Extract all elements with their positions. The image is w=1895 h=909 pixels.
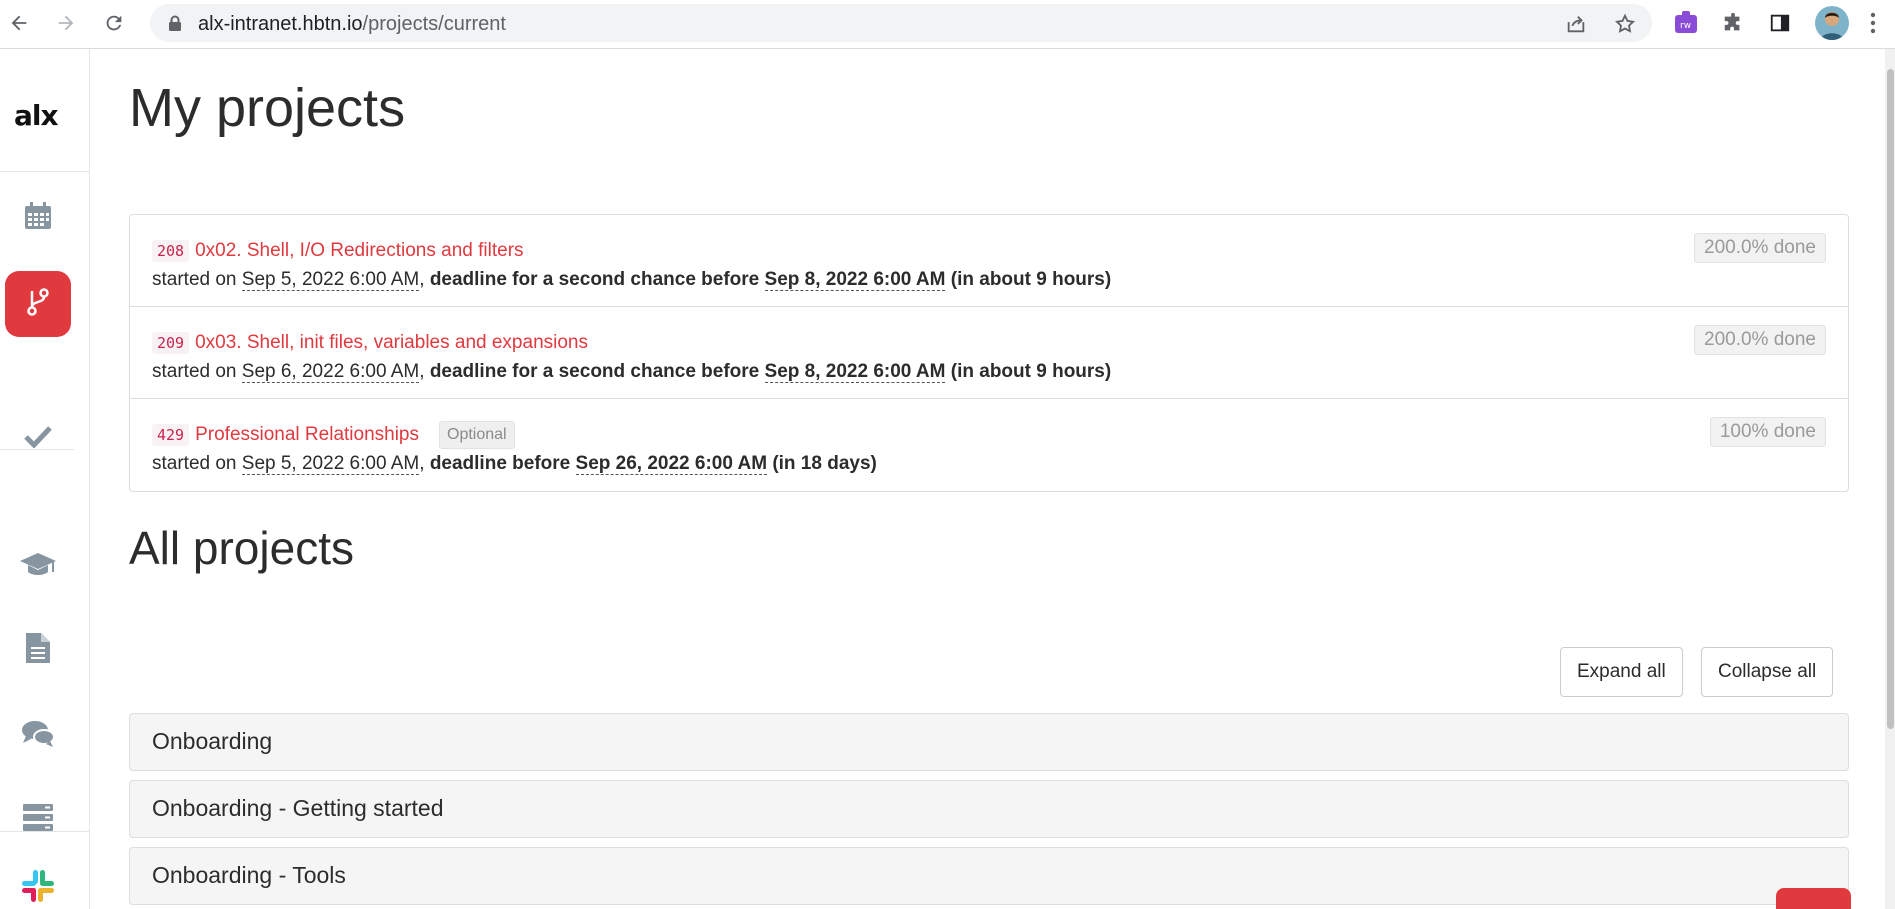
chat-button[interactable]: [1776, 888, 1851, 909]
branch-icon: [25, 287, 51, 322]
project-link[interactable]: 0x03. Shell, init files, variables and e…: [195, 332, 588, 354]
sidebar: alx: [0, 49, 90, 909]
address-bar[interactable]: alx-intranet.hbtn.io/projects/current: [150, 4, 1652, 42]
section-panel-getting-started[interactable]: Onboarding - Getting started: [129, 780, 1849, 838]
project-dates: started on Sep 5, 2022 6:00 AM, deadline…: [152, 269, 1112, 291]
project-dates: started on Sep 5, 2022 6:00 AM, deadline…: [152, 453, 877, 475]
sidebar-item-documents[interactable]: [5, 617, 71, 683]
deadline-date: Sep 8, 2022 6:00 AM: [764, 361, 946, 383]
sidebar-item-servers[interactable]: [5, 787, 71, 853]
sidebar-divider: [0, 831, 90, 832]
share-icon[interactable]: [1564, 12, 1588, 36]
page-scrollbar[interactable]: [1885, 49, 1895, 909]
puzzle-icon[interactable]: [1720, 10, 1746, 36]
sidebar-item-slack[interactable]: [5, 855, 71, 909]
section-panel-title: Onboarding: [152, 728, 273, 754]
optional-badge: Optional: [439, 421, 515, 449]
sidebar-item-checks[interactable]: [5, 405, 71, 471]
reload-icon[interactable]: [101, 10, 127, 36]
deadline-label: deadline for a second chance before: [429, 269, 760, 290]
chat-bubbles-icon: [21, 719, 55, 754]
sidebar-item-calendar[interactable]: [5, 185, 71, 251]
collapse-all-button[interactable]: Collapse all: [1701, 647, 1834, 697]
deadline-date: Sep 26, 2022 6:00 AM: [575, 453, 768, 475]
back-arrow-icon[interactable]: [6, 10, 32, 36]
project-link[interactable]: 0x02. Shell, I/O Redirections and filter…: [195, 240, 523, 262]
deadline-label: deadline before: [429, 453, 571, 474]
project-row: 429 Professional Relationships Optional …: [130, 399, 1848, 491]
section-panel-title: Onboarding - Getting started: [152, 795, 444, 821]
all-projects-title: All projects: [129, 522, 354, 574]
started-label: started on: [152, 453, 237, 474]
scrollbar-thumb[interactable]: [1887, 69, 1894, 729]
deadline-relative: (in about 9 hours): [950, 361, 1112, 382]
sidebar-item-discussions[interactable]: [5, 703, 71, 769]
project-number: 209: [152, 332, 190, 354]
slack-icon: [20, 868, 56, 909]
url-path: /projects/current: [362, 13, 506, 35]
deadline-relative: (in about 9 hours): [950, 269, 1112, 290]
project-number: 208: [152, 240, 190, 262]
profile-avatar[interactable]: [1815, 6, 1849, 40]
section-panel-tools[interactable]: Onboarding - Tools: [129, 847, 1849, 905]
progress-badge: 200.0% done: [1694, 233, 1826, 263]
forward-arrow-icon[interactable]: [53, 10, 79, 36]
deadline-label: deadline for a second chance before: [429, 361, 760, 382]
page-title: My projects: [129, 78, 406, 138]
document-icon: [25, 632, 51, 669]
section-panel-onboarding[interactable]: Onboarding: [129, 713, 1849, 771]
graduation-cap-icon: [19, 549, 57, 584]
progress-badge: 200.0% done: [1694, 325, 1826, 355]
lock-icon[interactable]: [168, 15, 182, 37]
calendar-icon: [23, 201, 53, 236]
project-number: 429: [152, 424, 190, 446]
sidebar-divider: [0, 449, 74, 450]
extension-rw-icon[interactable]: rw: [1673, 10, 1699, 36]
start-date: Sep 6, 2022 6:00 AM: [241, 361, 420, 383]
sidebar-divider: [0, 171, 90, 172]
browser-toolbar: alx-intranet.hbtn.io/projects/current rw: [0, 0, 1895, 49]
start-date: Sep 5, 2022 6:00 AM: [241, 269, 420, 291]
expand-all-button[interactable]: Expand all: [1560, 647, 1683, 697]
start-date: Sep 5, 2022 6:00 AM: [241, 453, 420, 475]
project-row: 208 0x02. Shell, I/O Redirections and fi…: [130, 215, 1848, 307]
svg-text:rw: rw: [1680, 21, 1691, 31]
kebab-menu-icon[interactable]: [1866, 10, 1880, 36]
started-label: started on: [152, 361, 237, 382]
side-panel-icon[interactable]: [1767, 10, 1793, 36]
sidebar-item-curriculum[interactable]: [5, 533, 71, 599]
current-projects-list: 208 0x02. Shell, I/O Redirections and fi…: [129, 214, 1849, 492]
started-label: started on: [152, 269, 237, 290]
url-host: alx-intranet.hbtn.io: [198, 13, 363, 35]
project-dates: started on Sep 6, 2022 6:00 AM, deadline…: [152, 361, 1112, 383]
project-row: 209 0x03. Shell, init files, variables a…: [130, 307, 1848, 399]
deadline-relative: (in 18 days): [772, 453, 877, 474]
url-text: alx-intranet.hbtn.io/projects/current: [198, 13, 506, 36]
section-panel-title: Onboarding - Tools: [152, 862, 346, 888]
deadline-date: Sep 8, 2022 6:00 AM: [764, 269, 946, 291]
star-icon[interactable]: [1613, 12, 1637, 36]
alx-logo[interactable]: alx: [14, 99, 59, 132]
progress-badge: 100% done: [1709, 417, 1826, 447]
sidebar-item-projects[interactable]: [5, 271, 71, 337]
project-link[interactable]: Professional Relationships: [195, 424, 419, 446]
